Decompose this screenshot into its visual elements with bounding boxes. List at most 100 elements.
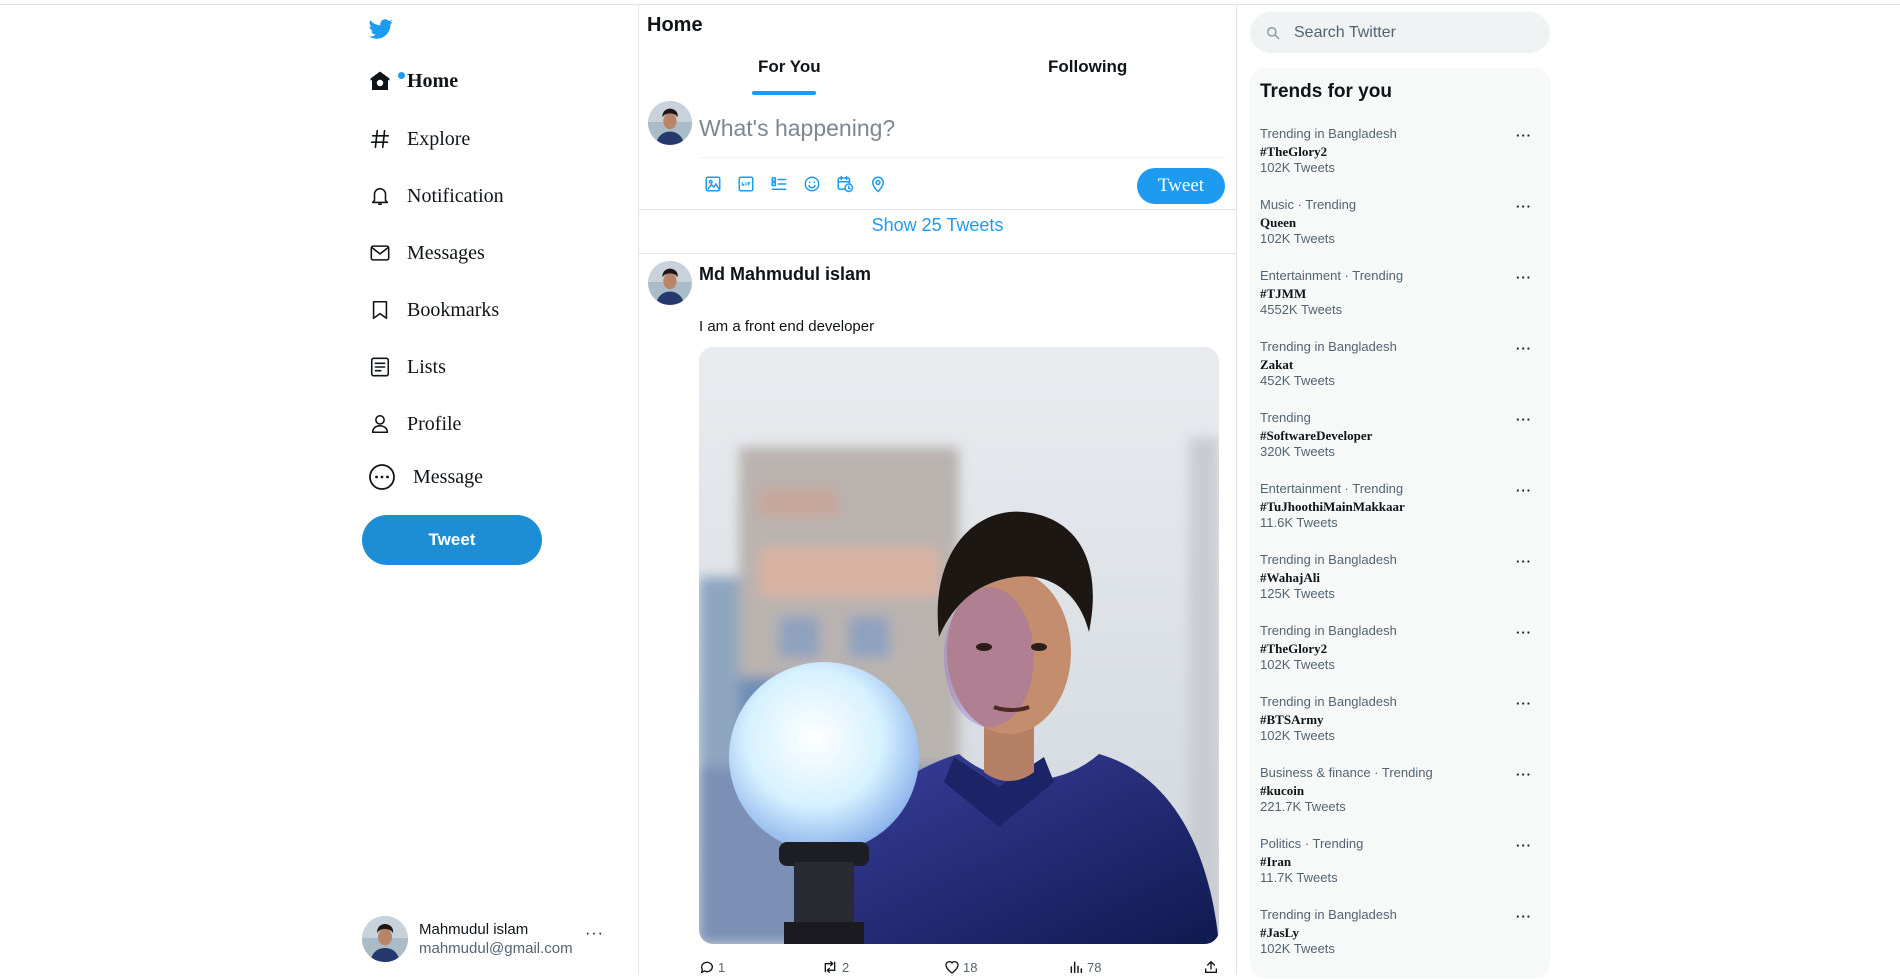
trend-count: 4552K Tweets	[1260, 302, 1343, 317]
post-author-name[interactable]: Md Mahmudul islam	[699, 264, 871, 285]
trend-name: #Iran	[1260, 854, 1292, 869]
views-button[interactable]: 78	[1068, 959, 1101, 975]
trend-item[interactable]: Trending in Bangladesh #WahajAli 125K Tw…	[1250, 552, 1550, 622]
nav-home-label: Home	[407, 69, 459, 92]
image-icon[interactable]	[701, 172, 725, 196]
tweet-button[interactable]: Tweet	[362, 515, 542, 565]
nav-explore-label: Explore	[407, 127, 471, 150]
trend-more-icon[interactable]: ···	[1516, 554, 1532, 569]
trend-more-icon[interactable]: ···	[1516, 838, 1532, 853]
divider	[639, 253, 1236, 254]
trend-context: Entertainment · Trending	[1260, 268, 1404, 283]
poll-icon[interactable]	[767, 172, 791, 196]
trend-context: Politics · Trending	[1260, 836, 1364, 851]
trend-context: Music · Trending	[1260, 197, 1357, 212]
schedule-icon[interactable]	[833, 172, 857, 196]
nav-explore[interactable]: Explore	[367, 119, 470, 159]
share-button[interactable]	[1203, 959, 1222, 975]
post-author-avatar[interactable]	[648, 261, 692, 305]
trend-more-icon[interactable]: ···	[1516, 625, 1532, 640]
nav-messages[interactable]: Messages	[367, 233, 485, 273]
trend-name: Zakat	[1260, 357, 1294, 372]
nav-more-message[interactable]: Message	[367, 457, 483, 497]
search-input[interactable]	[1294, 12, 1534, 53]
composer-divider	[699, 157, 1225, 158]
trend-item[interactable]: Music · Trending Queen 102K Tweets ···	[1250, 197, 1550, 267]
account-switcher[interactable]: Mahmudul islam mahmudul@gmail.com ···	[362, 915, 612, 963]
location-icon[interactable]	[866, 172, 890, 196]
trend-count: 125K Tweets	[1260, 586, 1335, 601]
trend-more-icon[interactable]: ···	[1516, 128, 1532, 143]
reply-icon	[700, 961, 713, 974]
trend-context: Trending in Bangladesh	[1260, 907, 1397, 922]
post-actions: 1 2 18 78	[699, 959, 1219, 979]
trend-item[interactable]: Trending in Bangladesh #BTSArmy 102K Twe…	[1250, 694, 1550, 764]
nav-profile[interactable]: Profile	[367, 404, 461, 444]
trend-item[interactable]: Trending #SoftwareDeveloper 320K Tweets …	[1250, 410, 1550, 480]
trend-context: Trending	[1260, 410, 1311, 425]
nav-notification[interactable]: Notification	[367, 176, 504, 216]
tab-following[interactable]: Following	[1048, 57, 1127, 77]
nav-profile-label: Profile	[407, 412, 462, 435]
nav-bookmarks-label: Bookmarks	[407, 298, 500, 321]
compose-tweet-button[interactable]: Tweet	[1137, 168, 1225, 204]
nav-bookmarks[interactable]: Bookmarks	[367, 290, 499, 330]
trend-count: 102K Tweets	[1260, 160, 1335, 175]
trend-more-icon[interactable]: ···	[1516, 909, 1532, 924]
gif-icon[interactable]	[734, 172, 758, 196]
trend-more-icon[interactable]: ···	[1516, 270, 1532, 285]
post-photo[interactable]	[699, 347, 1219, 944]
envelope-icon	[367, 240, 393, 266]
trend-item[interactable]: Trending in Bangladesh #TheGlory2 102K T…	[1250, 126, 1550, 196]
trend-item[interactable]: Politics · Trending #Iran 11.7K Tweets ·…	[1250, 836, 1550, 906]
bell-icon	[367, 183, 393, 209]
hashtag-icon	[367, 126, 393, 152]
nav-lists[interactable]: Lists	[367, 347, 446, 387]
home-icon	[367, 68, 405, 94]
trend-more-icon[interactable]: ···	[1516, 696, 1532, 711]
trend-name: #BTSArmy	[1260, 712, 1324, 727]
notification-dot	[398, 72, 405, 79]
trend-more-icon[interactable]: ···	[1516, 199, 1532, 214]
post-text: I am a front end developer	[699, 318, 875, 335]
compose-input[interactable]	[699, 110, 1219, 146]
account-email: mahmudul@gmail.com	[419, 940, 573, 957]
trend-more-icon[interactable]: ···	[1516, 483, 1532, 498]
trend-count: 11.6K Tweets	[1260, 515, 1338, 530]
trend-item[interactable]: Business & finance · Trending #kucoin 22…	[1250, 765, 1550, 835]
trend-more-icon[interactable]: ···	[1516, 412, 1532, 427]
trend-name: #TheGlory2	[1260, 144, 1328, 159]
search-box[interactable]	[1250, 12, 1550, 53]
trend-count: 11.7K Tweets	[1260, 870, 1338, 885]
trend-more-icon[interactable]: ···	[1516, 341, 1532, 356]
trend-context: Trending in Bangladesh	[1260, 339, 1397, 354]
search-icon	[1267, 27, 1280, 40]
trend-item[interactable]: Entertainment · Trending #TJMM 4552K Twe…	[1250, 268, 1550, 338]
like-button[interactable]: 18	[944, 959, 977, 975]
views-chart-icon	[1070, 961, 1083, 974]
trend-item[interactable]: Trending in Bangladesh #TheGlory2 102K T…	[1250, 623, 1550, 693]
trend-context: Entertainment · Trending	[1260, 481, 1404, 496]
nav-lists-label: Lists	[407, 355, 446, 378]
divider	[639, 209, 1236, 210]
trend-item[interactable]: Entertainment · Trending #TuJhoothiMainM…	[1250, 481, 1550, 551]
emoji-icon[interactable]	[800, 172, 824, 196]
account-name: Mahmudul islam	[419, 921, 529, 938]
retweet-button[interactable]: 2	[821, 959, 849, 975]
nav-home[interactable]: Home	[367, 61, 458, 101]
trend-item[interactable]: Trending in Bangladesh Zakat 452K Tweets…	[1250, 339, 1550, 409]
trend-context: Trending in Bangladesh	[1260, 694, 1397, 709]
retweet-count: 2	[842, 959, 850, 975]
twitter-bird-icon[interactable]	[368, 17, 394, 41]
left-sidebar: Home Explore Notification Messages Bookm…	[355, 5, 625, 974]
tab-for-you[interactable]: For You	[758, 57, 821, 77]
trend-count: 102K Tweets	[1260, 657, 1335, 672]
show-new-tweets-link[interactable]: Show 25 Tweets	[639, 215, 1236, 236]
user-avatar	[362, 916, 408, 962]
account-more-icon[interactable]: ···	[585, 925, 604, 943]
trend-more-icon[interactable]: ···	[1516, 767, 1532, 782]
reply-button[interactable]: 1	[699, 959, 725, 975]
trend-item[interactable]: Trending in Bangladesh #JasLy 102K Tweet…	[1250, 907, 1550, 977]
trend-context: Trending in Bangladesh	[1260, 552, 1397, 567]
trend-name: #TuJhoothiMainMakkaar	[1260, 499, 1405, 514]
